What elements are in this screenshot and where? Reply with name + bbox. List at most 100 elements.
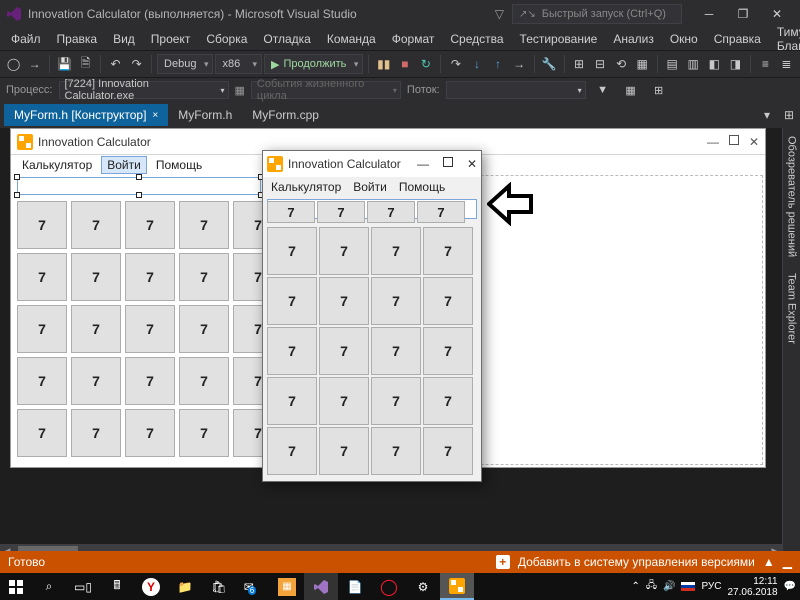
- redo-button[interactable]: ↷: [127, 53, 146, 75]
- minimize-button[interactable]: ─: [692, 4, 726, 24]
- stop-button[interactable]: ■: [395, 53, 414, 75]
- menu-analyze[interactable]: Анализ: [606, 29, 661, 49]
- calc-button[interactable]: 7: [179, 201, 229, 249]
- calc-button[interactable]: 7: [317, 201, 365, 223]
- menu-view[interactable]: Вид: [106, 29, 142, 49]
- calc-button[interactable]: 7: [125, 253, 175, 301]
- calc-button[interactable]: 7: [71, 409, 121, 457]
- calc-button[interactable]: 7: [125, 357, 175, 405]
- form-menu-calc[interactable]: Калькулятор: [17, 157, 97, 173]
- tray-action-center-icon[interactable]: 💬: [784, 581, 796, 592]
- tray-up-icon[interactable]: ⌃: [631, 581, 639, 592]
- step-button[interactable]: →: [510, 53, 529, 75]
- status-scm[interactable]: Добавить в систему управления версиями: [518, 555, 755, 569]
- continue-button[interactable]: ▶ Продолжить: [264, 54, 363, 74]
- task-running-app-icon[interactable]: [440, 573, 474, 600]
- menu-edit[interactable]: Правка: [50, 29, 105, 49]
- calc-button[interactable]: 7: [71, 357, 121, 405]
- save-button[interactable]: 💾: [55, 53, 74, 75]
- task-mail-icon[interactable]: ✉6: [236, 573, 270, 600]
- tool-b[interactable]: ⊟: [591, 53, 610, 75]
- menu-help[interactable]: Справка: [707, 29, 768, 49]
- task-explorer-icon[interactable]: 📁: [168, 573, 202, 600]
- tool-c[interactable]: ⟲: [612, 53, 631, 75]
- lifecycle-combo[interactable]: События жизненного цикла: [251, 81, 401, 99]
- restore-button[interactable]: ❐: [726, 4, 760, 24]
- align-left[interactable]: ▤: [663, 53, 682, 75]
- thread-combo[interactable]: [446, 81, 586, 99]
- tool-d[interactable]: ▦: [633, 53, 652, 75]
- calc-button[interactable]: 7: [17, 357, 67, 405]
- nav-fwd-button[interactable]: →: [25, 53, 44, 75]
- task-app2-icon[interactable]: 📄: [338, 573, 372, 600]
- tray-vol-icon[interactable]: 🔊: [663, 581, 675, 592]
- tabs-dropdown[interactable]: ▾: [756, 104, 778, 126]
- calc-button[interactable]: 7: [71, 253, 121, 301]
- calc-button[interactable]: 7: [267, 377, 317, 425]
- calc-button[interactable]: 7: [17, 305, 67, 353]
- align-c[interactable]: ≡: [756, 53, 775, 75]
- status-up-icon[interactable]: ▲: [763, 555, 775, 569]
- align-a[interactable]: ◧: [705, 53, 724, 75]
- calc-button[interactable]: 7: [125, 305, 175, 353]
- running-app-window[interactable]: Innovation Calculator — ✕ Калькулятор Во…: [262, 150, 482, 482]
- calc-button[interactable]: 7: [371, 327, 421, 375]
- tab-myform-designer[interactable]: MyForm.h [Конструктор]×: [4, 104, 168, 126]
- calc-button[interactable]: 7: [319, 227, 369, 275]
- menu-debug[interactable]: Отладка: [256, 29, 317, 49]
- form-menu-help[interactable]: Помощь: [151, 157, 207, 173]
- calc-button[interactable]: 7: [319, 377, 369, 425]
- popup-close-button[interactable]: ✕: [467, 157, 477, 171]
- pause-button[interactable]: ▮▮: [374, 53, 393, 75]
- task-taskview-icon[interactable]: ▭▯: [66, 573, 100, 600]
- config-combo[interactable]: Debug: [157, 54, 213, 74]
- save-all-button[interactable]: 🗎: [76, 53, 95, 75]
- menu-tools[interactable]: Средства: [443, 29, 510, 49]
- task-vs-icon[interactable]: [304, 573, 338, 600]
- calc-button[interactable]: 7: [179, 409, 229, 457]
- calc-button[interactable]: 7: [367, 201, 415, 223]
- restart-button[interactable]: ↻: [416, 53, 435, 75]
- task-opera-icon[interactable]: ◯: [372, 573, 406, 600]
- align-top[interactable]: ▥: [684, 53, 703, 75]
- calc-button[interactable]: 7: [17, 409, 67, 457]
- start-button[interactable]: [0, 573, 32, 600]
- calc-button[interactable]: 7: [319, 277, 369, 325]
- calc-button[interactable]: 7: [319, 427, 369, 475]
- calc-button[interactable]: 7: [267, 427, 317, 475]
- menu-format[interactable]: Формат: [385, 29, 442, 49]
- popup-max-button[interactable]: [443, 157, 453, 167]
- solution-expl-icon[interactable]: ⊞: [778, 104, 800, 126]
- tray-net-icon[interactable]: 🖧: [646, 578, 657, 595]
- thread-b[interactable]: ▦: [620, 79, 642, 101]
- tray-clock[interactable]: 12:1127.06.2018: [727, 576, 777, 598]
- calc-button[interactable]: 7: [417, 201, 465, 223]
- menu-build[interactable]: Сборка: [199, 29, 254, 49]
- thread-a[interactable]: ▼: [592, 79, 614, 101]
- calc-button[interactable]: 7: [179, 357, 229, 405]
- popup-min-button[interactable]: —: [417, 157, 429, 171]
- nav-back-button[interactable]: ◯: [4, 53, 23, 75]
- menu-project[interactable]: Проект: [144, 29, 198, 49]
- calc-button[interactable]: 7: [423, 227, 473, 275]
- tab-myform-cpp[interactable]: MyForm.cpp: [242, 104, 329, 126]
- step-over-button[interactable]: ↷: [446, 53, 465, 75]
- plus-icon[interactable]: +: [496, 555, 510, 569]
- calc-button[interactable]: 7: [423, 377, 473, 425]
- notify-icon[interactable]: ▽: [495, 7, 504, 21]
- sidetab-team-explorer[interactable]: Team Explorer: [784, 265, 800, 352]
- undo-button[interactable]: ↶: [106, 53, 125, 75]
- calc-button[interactable]: 7: [319, 327, 369, 375]
- step-out-button[interactable]: ↑: [488, 53, 507, 75]
- calc-button[interactable]: 7: [371, 227, 421, 275]
- task-settings-icon[interactable]: ⚙: [406, 573, 440, 600]
- lifecycle-icon[interactable]: ▦: [235, 84, 245, 97]
- tool-a[interactable]: ⊞: [569, 53, 588, 75]
- tab-close-icon[interactable]: ×: [152, 110, 158, 121]
- toolbox-button[interactable]: 🔧: [540, 53, 559, 75]
- menu-file[interactable]: Файл: [4, 29, 48, 49]
- user-name[interactable]: Тимур Бламыков: [770, 22, 800, 56]
- calc-button[interactable]: 7: [71, 305, 121, 353]
- step-into-button[interactable]: ↓: [467, 53, 486, 75]
- popup-menu-login[interactable]: Войти: [353, 180, 387, 194]
